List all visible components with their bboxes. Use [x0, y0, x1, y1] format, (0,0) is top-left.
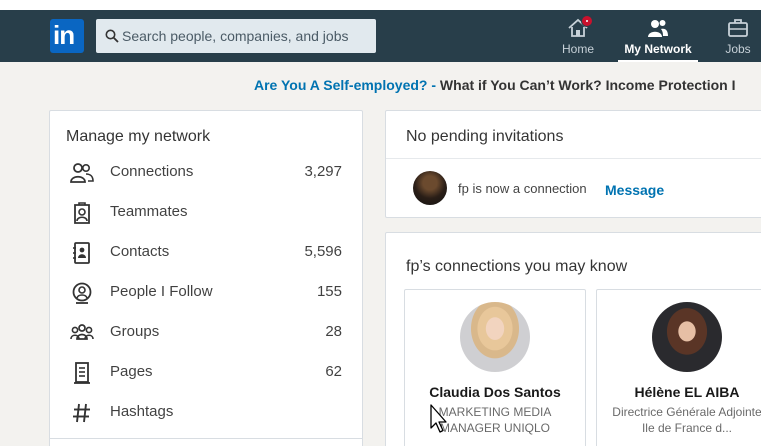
promo-text: What if You Can’t Work? Income Protectio…: [439, 77, 736, 93]
person-occupation: Directrice Générale Adjointe Ile de Fran…: [612, 405, 761, 435]
nav-home[interactable]: Home: [556, 10, 600, 62]
person-name[interactable]: Hélène EL AIBA: [597, 384, 761, 400]
search-icon: [105, 29, 119, 43]
manage-item-pages[interactable]: Pages 62: [50, 353, 362, 393]
people-icon: [648, 20, 668, 37]
promo-link[interactable]: Are You A Self-employed? -: [254, 77, 436, 93]
manage-item-count: 5,596: [304, 243, 342, 260]
manage-item-count: 28: [325, 323, 342, 340]
teammates-icon: [74, 202, 90, 224]
nav-jobs[interactable]: Jobs: [716, 10, 760, 62]
manage-item-connections[interactable]: Connections 3,297: [50, 153, 362, 193]
manage-item-count: 3,297: [304, 163, 342, 180]
promo-banner[interactable]: Are You A Self-employed? - What if You C…: [254, 77, 736, 93]
manage-item-count: 155: [316, 283, 342, 300]
avatar[interactable]: [652, 302, 722, 372]
manage-item-label: Hashtags: [110, 403, 174, 420]
nav-my-network-label: My Network: [624, 42, 692, 56]
manage-item-label: Groups: [110, 323, 160, 340]
invitations-card: No pending invitations fp is now a conne…: [385, 110, 761, 218]
manage-item-label: Teammates: [110, 203, 188, 220]
follow-icon: [72, 282, 92, 304]
manage-item-label: Connections: [110, 163, 194, 180]
linkedin-logo[interactable]: in: [50, 19, 84, 53]
search-input[interactable]: [122, 19, 372, 53]
manage-item-label: Contacts: [110, 243, 170, 260]
mouse-cursor-icon: [430, 404, 447, 433]
manage-network-list: Connections 3,297 Teammates Contacts 5,5…: [50, 153, 362, 433]
top-strip: [0, 0, 761, 10]
manage-item-hashtags[interactable]: Hashtags: [50, 393, 362, 433]
pages-icon: [74, 362, 90, 384]
invitations-separator: [386, 158, 761, 159]
avatar[interactable]: [413, 171, 447, 205]
manage-network-title: Manage my network: [66, 128, 211, 145]
logo-text: in: [53, 20, 75, 50]
nav-my-network[interactable]: My Network: [618, 10, 698, 62]
manage-item-contacts[interactable]: Contacts 5,596: [50, 233, 362, 273]
invitations-title[interactable]: No pending invitations: [406, 128, 563, 146]
card-divider: [50, 438, 362, 439]
manage-item-people-i-follow[interactable]: People I Follow 155: [50, 273, 362, 313]
manage-item-count: 62: [325, 363, 342, 380]
manage-network-card: Manage my network Connections 3,297 Team…: [49, 110, 363, 446]
pymk-title: fp’s connections you may know: [406, 258, 628, 275]
person-name[interactable]: Claudia Dos Santos: [405, 384, 585, 400]
briefcase-icon: [728, 19, 748, 37]
manage-item-teammates[interactable]: Teammates: [50, 193, 362, 233]
nav-home-label: Home: [561, 42, 594, 56]
message-link[interactable]: Message: [605, 182, 664, 198]
hashtag-icon: [73, 403, 90, 423]
contacts-icon: [73, 242, 90, 264]
active-underline: [618, 60, 698, 62]
connections-icon: [70, 163, 94, 183]
person-card[interactable]: Hélène EL AIBA Directrice Générale Adjoi…: [596, 289, 761, 446]
groups-icon: [70, 324, 94, 340]
avatar[interactable]: [460, 302, 530, 372]
notification-badge: [581, 15, 593, 27]
manage-item-groups[interactable]: Groups 28: [50, 313, 362, 353]
connection-notice: fp is now a connection: [458, 181, 587, 196]
manage-item-label: Pages: [110, 363, 153, 380]
global-nav: in Home My Network Jobs: [0, 10, 761, 62]
search-box[interactable]: [96, 19, 376, 53]
manage-item-label: People I Follow: [110, 283, 213, 300]
nav-jobs-label: Jobs: [725, 42, 751, 56]
